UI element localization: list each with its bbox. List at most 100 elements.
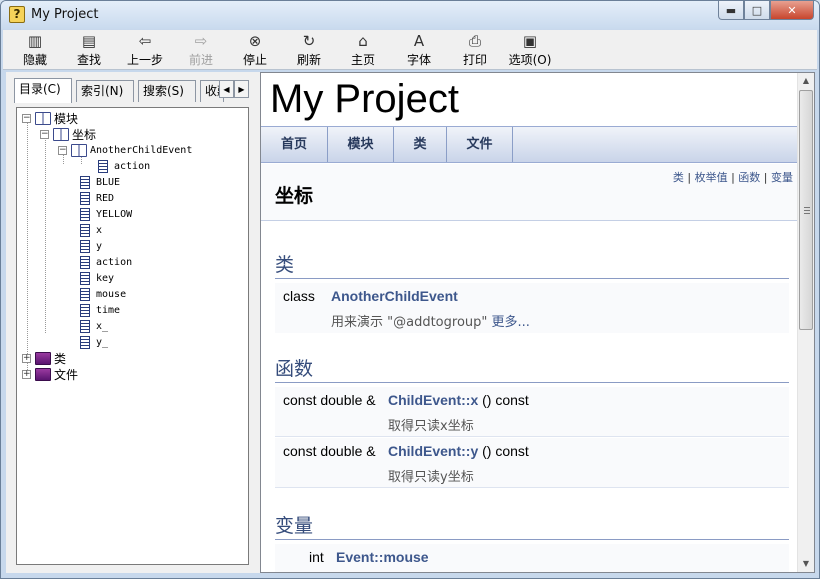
tree-node-another-child-event[interactable]: − AnotherChildEvent: [58, 142, 192, 158]
tree-node-label: 模块: [54, 111, 79, 126]
member-type: int: [309, 549, 324, 565]
options-button[interactable]: ▣ 选项(O): [505, 32, 555, 68]
tree-leaf-label: y: [96, 240, 103, 252]
forward-button[interactable]: ⇨ 前进: [181, 32, 221, 68]
open-book-icon: [53, 127, 69, 141]
find-label: 查找: [76, 53, 101, 67]
tree-node-classes[interactable]: + 类: [22, 350, 66, 366]
expand-icon[interactable]: +: [22, 369, 31, 379]
summary-link-variables[interactable]: 变量: [771, 171, 793, 184]
page-icon: [80, 303, 90, 317]
forward-arrow-icon: ⇨: [194, 32, 208, 50]
tree-node-modules[interactable]: − 模块: [22, 110, 78, 126]
member-type: const double &: [283, 443, 376, 459]
nav-home[interactable]: 首页: [261, 127, 328, 162]
tree-line: [27, 122, 28, 376]
maximize-button[interactable]: □: [744, 1, 770, 20]
tree-leaf-label: BLUE: [96, 176, 121, 188]
tab-contents-label: 目录(C): [19, 82, 61, 96]
member-type: class: [283, 288, 315, 304]
scrollbar-thumb[interactable]: [799, 90, 813, 330]
tab-index-label: 索引(N): [81, 84, 124, 98]
tree-leaf[interactable]: BLUE: [80, 174, 120, 190]
home-button[interactable]: ⌂ 主页: [343, 32, 383, 68]
variable-link[interactable]: Event::mouse: [336, 549, 429, 565]
tree-leaf[interactable]: RED: [80, 190, 114, 206]
scroll-up-icon[interactable]: ▲: [798, 73, 814, 89]
close-button[interactable]: ✕: [770, 1, 814, 20]
refresh-button[interactable]: ↻ 刷新: [289, 32, 329, 68]
hide-pane-icon: ▥: [27, 32, 43, 50]
tab-search[interactable]: 搜索(S): [138, 80, 196, 102]
summary-link-functions[interactable]: 函数: [738, 171, 760, 184]
tree-leaf[interactable]: YELLOW: [80, 206, 132, 222]
maximize-icon: □: [751, 3, 763, 17]
tree-leaf[interactable]: y: [80, 238, 102, 254]
page-icon: [80, 239, 90, 253]
stop-label: 停止: [242, 53, 267, 67]
print-button[interactable]: ⎙ 打印: [455, 32, 495, 68]
tree-node-label: 文件: [54, 367, 79, 382]
stop-icon: ⊗: [248, 32, 262, 50]
nav-files[interactable]: 文件: [447, 127, 513, 162]
tree-leaf-label: key: [96, 272, 115, 284]
member-name: ChildEvent::y () const: [388, 443, 529, 459]
font-button[interactable]: A 字体: [399, 32, 439, 68]
minimize-button[interactable]: ▬: [718, 1, 744, 20]
back-button[interactable]: ⇦ 上一步: [123, 32, 167, 68]
class-link[interactable]: AnotherChildEvent: [331, 288, 458, 304]
tree-node-files[interactable]: + 文件: [22, 366, 78, 382]
summary-link-enums[interactable]: 枚举值: [695, 171, 728, 184]
tree-node-label: 坐标: [72, 127, 97, 142]
tree-leaf[interactable]: y_: [80, 334, 108, 350]
collapse-icon[interactable]: −: [58, 145, 67, 155]
more-link[interactable]: 更多...: [492, 315, 530, 330]
options-label: 选项(O): [508, 53, 552, 67]
member-description: 取得只读y坐标: [388, 470, 474, 485]
page-icon: [80, 223, 90, 237]
title-bar[interactable]: ? My Project ▬ □ ✕: [1, 1, 819, 29]
tree-leaf[interactable]: mouse: [80, 286, 126, 302]
section-classes-title: 类: [275, 250, 789, 279]
vertical-scrollbar[interactable]: ▲ ▼: [797, 73, 814, 572]
close-icon: ✕: [787, 3, 797, 17]
tree-leaf[interactable]: key: [80, 270, 114, 286]
collapse-icon[interactable]: −: [40, 129, 49, 139]
section-functions-title: 函数: [275, 354, 789, 383]
function-link[interactable]: ChildEvent::x: [388, 392, 478, 408]
grip-icon: [804, 207, 810, 214]
project-title: My Project: [270, 77, 459, 121]
minimize-icon: ▬: [725, 3, 737, 17]
page-heading: 坐标: [275, 185, 314, 207]
toolbar: ▥ 隐藏 ▤ 查找 ⇦ 上一步 ⇨ 前进 ⊗ 停止 ↻ 刷新 ⌂ 主页 A 字体: [3, 30, 817, 70]
scroll-down-icon[interactable]: ▼: [798, 556, 814, 572]
back-arrow-icon: ⇦: [138, 32, 152, 50]
tab-scroll-left-icon[interactable]: ◀: [219, 80, 234, 98]
tree-leaf-label: action: [96, 256, 133, 268]
tab-index[interactable]: 索引(N): [76, 80, 134, 102]
tree-leaf-label: x_: [96, 320, 109, 332]
tree-leaf[interactable]: action: [98, 158, 150, 174]
class-member-row: class AnotherChildEvent 用来演示 "@addtogrou…: [275, 283, 789, 333]
collapse-icon[interactable]: −: [22, 113, 31, 123]
tree-leaf[interactable]: action: [80, 254, 132, 270]
tree-leaf[interactable]: time: [80, 302, 120, 318]
find-button[interactable]: ▤ 查找: [69, 32, 109, 68]
tree-leaf[interactable]: x_: [80, 318, 108, 334]
nav-modules[interactable]: 模块: [328, 127, 394, 162]
summary-link-classes[interactable]: 类: [673, 171, 684, 184]
member-name: AnotherChildEvent: [331, 288, 458, 304]
window-controls: ▬ □ ✕: [718, 1, 814, 21]
tree-node-coords[interactable]: − 坐标: [40, 126, 96, 142]
stop-button[interactable]: ⊗ 停止: [235, 32, 275, 68]
hide-button[interactable]: ▥ 隐藏: [15, 32, 55, 68]
tree-leaf[interactable]: x: [80, 222, 102, 238]
summary-links: 类 | 枚举值 | 函数 | 变量: [672, 171, 793, 184]
help-app-icon: ?: [9, 6, 25, 23]
function-link[interactable]: ChildEvent::y: [388, 443, 478, 459]
nav-classes[interactable]: 类: [394, 127, 447, 162]
expand-icon[interactable]: +: [22, 353, 31, 363]
tab-contents[interactable]: 目录(C): [14, 78, 72, 103]
closed-book-icon: [35, 351, 51, 365]
tab-scroll-right-icon[interactable]: ▶: [234, 80, 249, 98]
